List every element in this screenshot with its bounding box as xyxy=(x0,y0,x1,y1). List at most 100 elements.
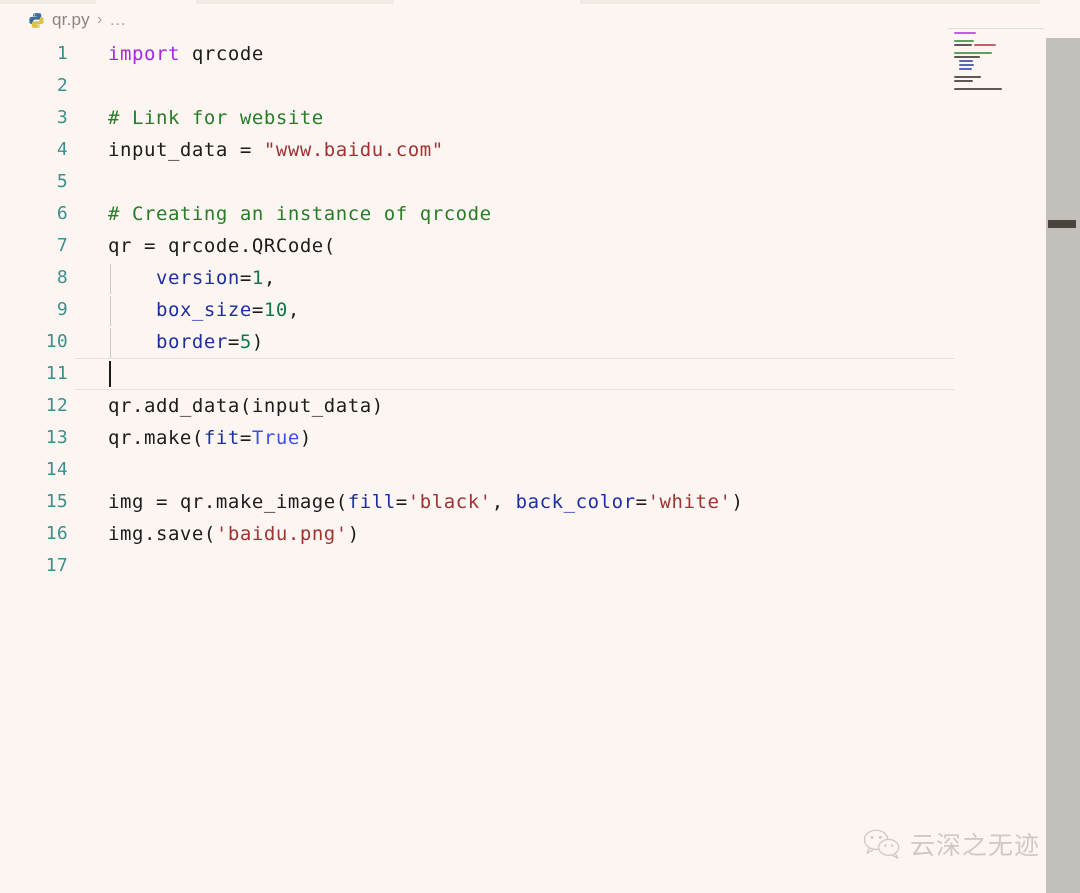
code-token: fill xyxy=(347,491,396,513)
minimap-line xyxy=(954,32,976,34)
code-token: 'white' xyxy=(647,491,732,513)
code-text: input_data = "www.baidu.com" xyxy=(108,134,444,166)
code-token: = xyxy=(239,267,252,289)
code-token: = xyxy=(239,427,252,449)
code-line[interactable]: 15 img = qr.make_image(fill='black', back… xyxy=(0,486,1040,518)
minimap[interactable] xyxy=(950,30,1042,90)
code-text: # Link for website xyxy=(108,102,324,134)
code-token: img.save( xyxy=(108,523,216,545)
code-line[interactable]: 11 xyxy=(0,358,1040,390)
tab-bar-segment xyxy=(580,0,1040,4)
wechat-icon xyxy=(862,827,902,861)
line-number: 7 xyxy=(56,235,68,256)
line-number: 13 xyxy=(45,427,68,448)
code-token: ) xyxy=(731,491,744,513)
code-editor[interactable]: 1 import qrcode 2 3 # Link for website 4 input… xyxy=(0,38,1080,893)
code-token: , xyxy=(263,267,276,289)
line-number: 16 xyxy=(45,523,68,544)
tab-bar-segment xyxy=(196,0,394,4)
line-number: 15 xyxy=(45,491,68,512)
code-text: qr.make(fit=True) xyxy=(108,422,312,454)
code-line[interactable]: 9 box_size=10, xyxy=(0,294,1040,326)
line-number: 11 xyxy=(45,363,68,384)
minimap-line xyxy=(959,60,973,62)
line-number: 14 xyxy=(45,459,68,480)
code-token: 'black' xyxy=(407,491,492,513)
code-text: img.save('baidu.png') xyxy=(108,518,360,550)
code-token: version xyxy=(155,267,240,289)
code-token: = xyxy=(635,491,648,513)
code-token: # Creating an instance of qrcode xyxy=(108,203,492,225)
code-line[interactable]: 12 qr.add_data(input_data) xyxy=(0,390,1040,422)
chevron-right-icon: › xyxy=(96,11,103,28)
scrollbar-cursor-marker xyxy=(1048,220,1076,228)
line-number: 6 xyxy=(56,203,68,224)
code-token: border xyxy=(155,331,228,353)
code-line[interactable]: 10 border=5) xyxy=(0,326,1040,358)
line-number: 1 xyxy=(56,43,68,64)
code-line[interactable]: 13 qr.make(fit=True) xyxy=(0,422,1040,454)
code-line[interactable]: 3 # Link for website xyxy=(0,102,1040,134)
code-text: qr.add_data(input_data) xyxy=(108,390,384,422)
code-line[interactable]: 7 qr = qrcode.QRCode( xyxy=(0,230,1040,262)
code-line[interactable]: 17 xyxy=(0,550,1040,582)
minimap-line xyxy=(954,76,981,78)
code-text: img = qr.make_image(fill='black', back_c… xyxy=(108,486,744,518)
watermark: 云深之无迹 xyxy=(862,826,1040,862)
line-number: 17 xyxy=(45,555,68,576)
code-token: , xyxy=(287,299,300,321)
code-text: version=1, xyxy=(108,262,276,294)
code-token: 5 xyxy=(239,331,252,353)
code-token: = xyxy=(395,491,408,513)
code-token: "www.baidu.com" xyxy=(263,139,444,161)
code-text: import qrcode xyxy=(108,38,264,70)
code-token: ) xyxy=(347,523,360,545)
minimap-line xyxy=(959,64,974,66)
code-token: ) xyxy=(251,331,264,353)
code-token: # Link for website xyxy=(108,107,324,129)
code-token: = xyxy=(227,331,240,353)
code-token: input_data = xyxy=(108,139,264,161)
code-token: = xyxy=(251,299,264,321)
line-number: 4 xyxy=(56,139,68,160)
code-token: True xyxy=(251,427,300,449)
code-token: 1 xyxy=(251,267,264,289)
code-line[interactable]: 14 xyxy=(0,454,1040,486)
breadcrumb: qr.py › … xyxy=(28,8,127,32)
code-line[interactable]: 4 input_data = "www.baidu.com" xyxy=(0,134,1040,166)
code-text: # Creating an instance of qrcode xyxy=(108,198,492,230)
vertical-scrollbar[interactable] xyxy=(1046,38,1080,893)
code-token: back_color xyxy=(515,491,636,513)
line-number: 9 xyxy=(56,299,68,320)
code-line[interactable]: 6 # Creating an instance of qrcode xyxy=(0,198,1040,230)
line-number: 3 xyxy=(56,107,68,128)
code-line[interactable]: 2 xyxy=(0,70,1040,102)
code-token: box_size xyxy=(155,299,252,321)
minimap-line xyxy=(954,80,973,82)
code-token: 10 xyxy=(263,299,288,321)
code-token: , xyxy=(491,491,516,513)
line-number: 5 xyxy=(56,171,68,192)
code-line[interactable]: 16 img.save('baidu.png') xyxy=(0,518,1040,550)
code-lines[interactable]: 1 import qrcode 2 3 # Link for website 4 input… xyxy=(0,38,1040,582)
minimap-line xyxy=(954,52,992,54)
code-token: qrcode xyxy=(179,43,264,65)
code-line[interactable]: 5 xyxy=(0,166,1040,198)
code-line[interactable]: 1 import qrcode xyxy=(0,38,1040,70)
minimap-line xyxy=(954,40,974,42)
minimap-line xyxy=(954,44,972,46)
line-number: 12 xyxy=(45,395,68,416)
code-line[interactable]: 8 version=1, xyxy=(0,262,1040,294)
line-number: 8 xyxy=(56,267,68,288)
line-number: 10 xyxy=(45,331,68,352)
code-text: box_size=10, xyxy=(108,294,300,326)
python-icon xyxy=(28,12,45,29)
code-token: fit xyxy=(203,427,240,449)
breadcrumb-overflow[interactable]: … xyxy=(109,10,127,30)
code-token: qr = qrcode.QRCode( xyxy=(108,235,336,257)
minimap-line xyxy=(974,44,996,46)
minimap-slider[interactable] xyxy=(948,28,1044,29)
tab-bar-segment xyxy=(0,0,96,4)
breadcrumb-file-name[interactable]: qr.py xyxy=(52,10,90,30)
